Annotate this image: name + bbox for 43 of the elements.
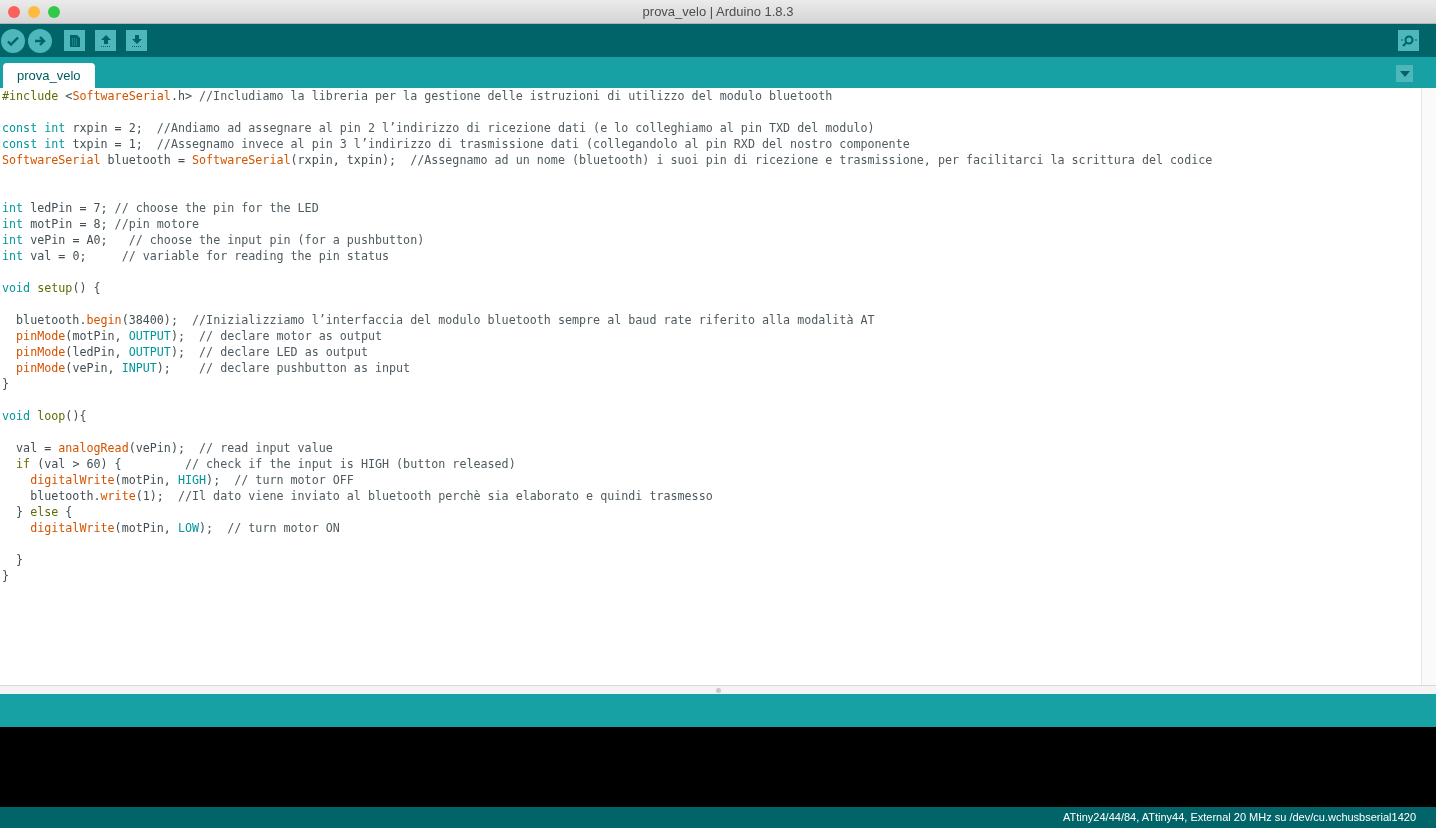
upload-button[interactable]	[28, 28, 52, 53]
tab-menu-button[interactable]	[1396, 65, 1413, 82]
code-line: digitalWrite(motPin, LOW); // turn motor ON	[29, 520, 340, 536]
code-line: int vePin = A0; // choose the input pin (for a pushbutton)	[2, 232, 425, 248]
board-status: ATtiny24/44/84, ATtiny44, External 20 MHz su /dev/cu.wchusbserial1420	[1063, 810, 1416, 826]
code-line: digitalWrite(motPin, HIGH); // turn motor OFF	[29, 472, 354, 488]
verify-button[interactable]	[1, 28, 25, 53]
resize-handle[interactable]	[715, 687, 721, 693]
code-line: pinMode(vePin, INPUT); // declare pushbutton as input	[15, 360, 411, 376]
code-line: if (val > 60) { // check if the input is HIGH (button released)	[15, 456, 516, 472]
new-sketch-button[interactable]	[64, 30, 85, 51]
code-line: bluetooth.begin(38400); //Inizializziamo l’interfaccia del modulo bluetooth sempre al baud rate riferito alla modalità AT	[15, 312, 875, 328]
code-line: void setup() {	[2, 280, 101, 296]
zoom-window-button[interactable]	[48, 5, 60, 18]
serial-monitor-button[interactable]	[1398, 30, 1419, 51]
window-title: prova_velo | Arduino 1.8.3	[642, 2, 794, 21]
code-line: pinMode(motPin, OUTPUT); // declare motor as output	[15, 328, 383, 344]
sketch-tab[interactable]: prova_velo	[3, 63, 95, 88]
code-line: int ledPin = 7; // choose the pin for the LED	[2, 200, 319, 216]
code-line: #include <SoftwareSerial.h> //Includiamo la libreria per la gestione delle istruzioni di utilizzo del modulo bluetooth	[2, 88, 833, 104]
code-line: bluetooth.write(1); //Il dato viene inviato al bluetooth perchè sia elaborato e quindi trasmesso	[29, 488, 713, 504]
down-arrow-icon	[129, 33, 144, 48]
close-window-button[interactable]	[8, 5, 20, 18]
save-button[interactable]	[126, 30, 147, 51]
up-arrow-icon	[98, 33, 113, 48]
open-button[interactable]	[95, 30, 116, 51]
code-line: const int rxpin = 2; //Andiamo ad assegnare al pin 2 l’indirizzo di ricezione dati (e lo colleghiamo al pin TXD del modulo)	[2, 120, 875, 136]
code-line: }	[2, 376, 10, 392]
code-line: SoftwareSerial bluetooth = SoftwareSerial(rxpin, txpin); //Assegnamo ad un nome (bluetooth) i suoi pin di ricezione e trasmissione, per facilitarci la scrittura del codice	[2, 152, 1213, 168]
right-arrow-icon	[33, 33, 47, 48]
code-line: }	[15, 552, 24, 568]
code-line: int val = 0; // variable for reading the pin status	[2, 248, 390, 264]
caret-icon	[1399, 70, 1410, 77]
code-line: pinMode(ledPin, OUTPUT); // declare LED as output	[15, 344, 368, 360]
code-line: void loop(){	[2, 408, 87, 424]
code-line: int motPin = 8; //pin motore	[2, 216, 200, 232]
code-line: }	[2, 568, 10, 584]
document-icon	[68, 33, 81, 48]
code-line: } else {	[15, 504, 73, 520]
code-line: const int txpin = 1; //Assegnamo invece al pin 3 l’indirizzo di trasmissione dati (collegandolo al pin RXD del nostro componente	[2, 136, 910, 152]
magnifier-icon	[1400, 33, 1417, 48]
code-line: val = analogRead(vePin); // read input value	[15, 440, 333, 456]
scrollbar-track[interactable]	[1421, 88, 1436, 685]
